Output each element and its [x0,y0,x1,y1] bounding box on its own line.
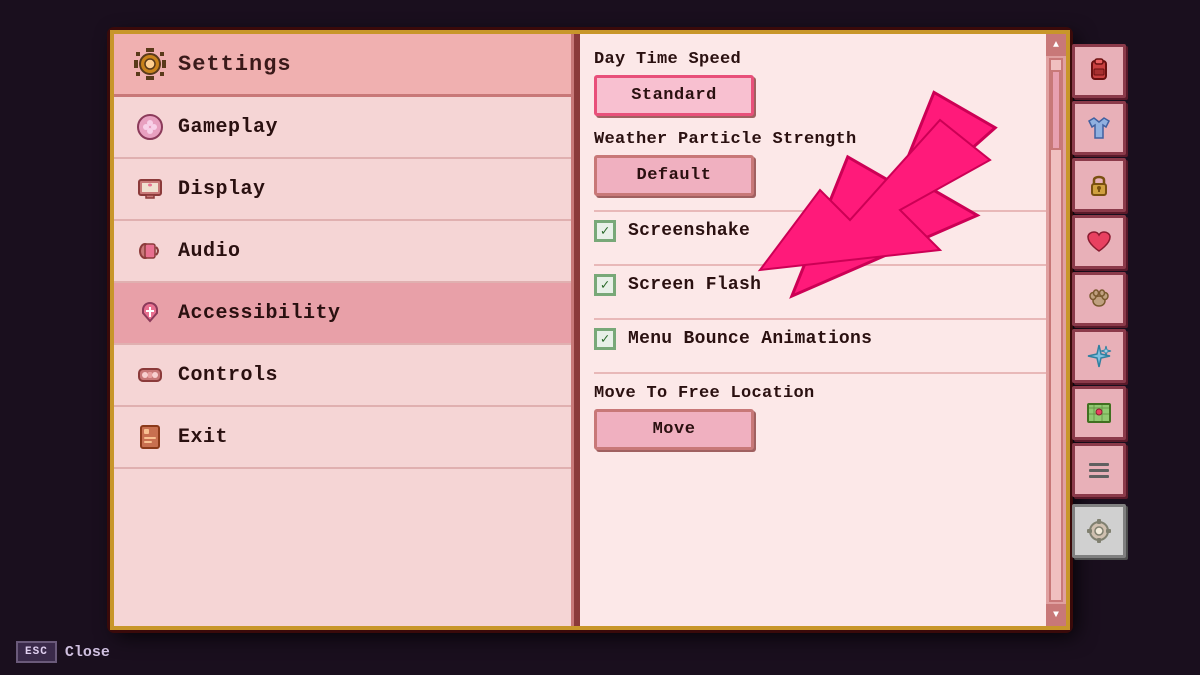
weather-particle-label: Weather Particle Strength [594,130,1022,149]
screen-flash-label: Screen Flash [628,275,761,295]
setting-screen-flash: Screen Flash [594,264,1046,304]
esc-key[interactable]: ESC [16,641,57,663]
paw-icon [1084,284,1114,314]
menu-bounce-label: Menu Bounce Animations [628,329,872,349]
menu-item-accessibility[interactable]: Accessibility [114,283,571,345]
right-sidebar [1072,34,1132,626]
setting-screenshake: Screenshake [594,210,1046,250]
setting-weather-particle: Weather Particle Strength Default [594,130,1046,196]
scroll-thumb[interactable] [1051,70,1061,150]
sidebar-btn-heart[interactable] [1072,215,1126,269]
display-label: Display [178,178,266,201]
accessibility-label: Accessibility [178,302,341,325]
sidebar-btn-menu[interactable] [1072,443,1126,497]
scroll-track[interactable] [1049,58,1063,602]
content-area: Day Time Speed Standard Weather Particle… [574,34,1066,626]
settings-gear-small-icon [1084,516,1114,546]
menu-bounce-checkbox[interactable] [594,328,616,350]
map-icon [1084,398,1114,428]
controls-icon [136,361,164,389]
menu-item-display[interactable]: Display [114,159,571,221]
audio-label: Audio [178,240,241,263]
exit-icon [136,423,164,451]
menu-icon [1084,455,1114,485]
right-panel: ▲ ▼ Day Time Speed Standard Weather Part… [574,34,1066,626]
day-time-speed-button[interactable]: Standard [594,75,754,116]
screenshake-checkbox[interactable] [594,220,616,242]
shirt-icon [1084,113,1114,143]
settings-gear-icon [134,48,166,80]
setting-menu-bounce: Menu Bounce Animations [594,318,1046,358]
gameplay-label: Gameplay [178,116,278,139]
screenshake-label: Screenshake [628,221,750,241]
menu-item-audio[interactable]: Audio [114,221,571,283]
exit-label: Exit [178,426,228,449]
sidebar-btn-sparkle[interactable] [1072,329,1126,383]
sparkle-icon [1084,341,1114,371]
settings-header: Settings [114,34,571,97]
setting-move-location: Move To Free Location Move [594,372,1046,450]
gameplay-icon [136,113,164,141]
settings-title: Settings [178,52,292,77]
display-icon [136,175,164,203]
scroll-down-arrow[interactable]: ▼ [1046,604,1066,626]
day-time-speed-label: Day Time Speed [594,50,1022,69]
scrollbar[interactable]: ▲ ▼ [1046,34,1066,626]
menu-list: Gameplay Display Audio [114,97,571,469]
close-label: Close [65,644,110,661]
scroll-up-arrow[interactable]: ▲ [1046,34,1066,56]
weather-particle-button[interactable]: Default [594,155,754,196]
lock-icon [1084,170,1114,200]
screen-flash-checkbox[interactable] [594,274,616,296]
heart-icon [1084,227,1114,257]
sidebar-btn-lock[interactable] [1072,158,1126,212]
sidebar-btn-paw[interactable] [1072,272,1126,326]
backpack-icon [1084,56,1114,86]
menu-item-gameplay[interactable]: Gameplay [114,97,571,159]
controls-label: Controls [178,364,278,387]
accessibility-icon [136,299,164,327]
book-divider [574,34,580,626]
menu-item-controls[interactable]: Controls [114,345,571,407]
sidebar-btn-map[interactable] [1072,386,1126,440]
esc-bar: ESC Close [16,641,110,663]
menu-item-exit[interactable]: Exit [114,407,571,469]
sidebar-btn-backpack[interactable] [1072,44,1126,98]
left-panel: Settings Gameplay [114,34,574,626]
sidebar-btn-settings-gear[interactable] [1072,504,1126,558]
sidebar-btn-shirt[interactable] [1072,101,1126,155]
audio-icon [136,237,164,265]
setting-day-time-speed: Day Time Speed Standard [594,50,1046,116]
move-location-label: Move To Free Location [594,384,1022,403]
settings-book: Settings Gameplay [110,30,1070,630]
move-location-button[interactable]: Move [594,409,754,450]
